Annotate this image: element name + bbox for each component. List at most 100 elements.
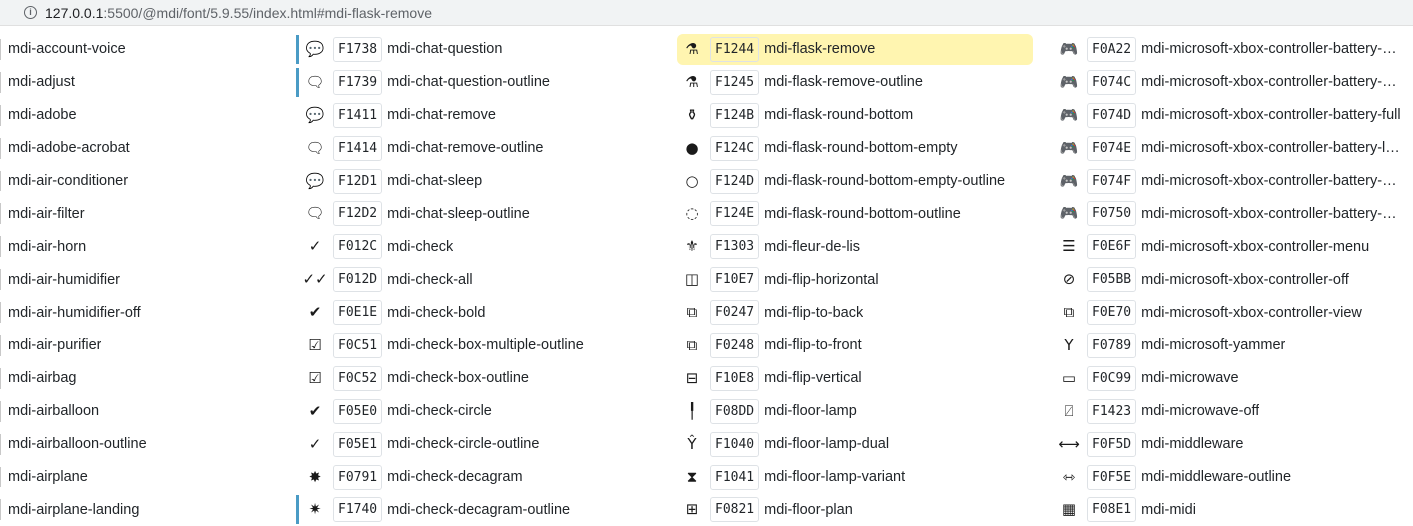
address-bar[interactable]: i 127.0.0.1:5500/@mdi/font/5.9.55/index.… [0,0,1413,26]
icon-list-item[interactable]: ◌ F124E mdi-flask-round-bottom-outline [673,197,1050,230]
codepoint-badge[interactable]: F124E [710,201,760,227]
icon-list-item[interactable]: mdi-account-voice [0,33,296,66]
icon-list-item[interactable]: 💬 F1411 mdi-chat-remove [296,99,673,132]
icon-list-item[interactable]: ☑ F0C51 mdi-check-box-multiple-outline [296,329,673,362]
codepoint-badge[interactable]: F0789 [1087,332,1137,358]
codepoint-badge[interactable]: F074C [1087,69,1137,95]
codepoint-badge[interactable]: F1738 [333,36,383,62]
icon-list-item[interactable]: ✸ F0791 mdi-check-decagram [296,461,673,494]
icon-list-item[interactable]: ⊘ F05BB mdi-microsoft-xbox-controller-off [1050,263,1413,296]
icon-list-item[interactable]: ⚱ F124B mdi-flask-round-bottom [673,99,1050,132]
codepoint-badge[interactable]: F0E6F [1087,234,1137,260]
icon-list-item[interactable]: ✷ F1740 mdi-check-decagram-outline [296,493,673,526]
icon-list-item[interactable]: ▭ F0C99 mdi-microwave [1050,362,1413,395]
icon-list-item[interactable]: ⧉ F0248 mdi-flip-to-front [673,329,1050,362]
codepoint-badge[interactable]: F0C52 [333,365,383,391]
icon-list-item[interactable]: ╿ F08DD mdi-floor-lamp [673,395,1050,428]
codepoint-badge[interactable]: F0750 [1087,201,1137,227]
icon-list-item[interactable]: ✔ F05E0 mdi-check-circle [296,395,673,428]
icon-list-item[interactable]: mdi-airballoon [0,395,296,428]
icon-list-item[interactable]: mdi-airplane [0,461,296,494]
icon-list-item[interactable]: ⧉ F0247 mdi-flip-to-back [673,296,1050,329]
icon-list-item[interactable]: ✓ F05E1 mdi-check-circle-outline [296,428,673,461]
codepoint-badge[interactable]: F1740 [333,497,383,523]
codepoint-badge[interactable]: F1423 [1087,398,1137,424]
codepoint-badge[interactable]: F0E70 [1087,300,1137,326]
codepoint-badge[interactable]: F012C [333,234,383,260]
icon-list-item[interactable]: 🎮 F074F mdi-microsoft-xbox-controller-batt… [1050,165,1413,198]
icon-list-item[interactable]: 🎮 F074E mdi-microsoft-xbox-controller-batt… [1050,132,1413,165]
codepoint-badge[interactable]: F0A22 [1087,36,1137,62]
codepoint-badge[interactable]: F08DD [710,398,760,424]
icon-list-item[interactable]: 🎮 F0A22 mdi-microsoft-xbox-controller-batt… [1050,33,1413,66]
icon-list-item[interactable]: ⚗ F1244 mdi-flask-remove [673,33,1050,66]
codepoint-badge[interactable]: F0821 [710,497,760,523]
codepoint-badge[interactable]: F05E1 [333,431,383,457]
icon-list-item[interactable]: ⧉ F0E70 mdi-microsoft-xbox-controller-view [1050,296,1413,329]
codepoint-badge[interactable]: F1411 [333,102,383,128]
icon-list-item[interactable]: mdi-adjust [0,66,296,99]
codepoint-badge[interactable]: F12D2 [333,201,383,227]
codepoint-badge[interactable]: F1244 [710,36,760,62]
icon-list-item[interactable]: ○ F124D mdi-flask-round-bottom-empty-outli… [673,165,1050,198]
codepoint-badge[interactable]: F08E1 [1087,497,1137,523]
codepoint-badge[interactable]: F124C [710,135,760,161]
icon-list-item[interactable]: 🎮 F074C mdi-microsoft-xbox-controller-batt… [1050,66,1413,99]
codepoint-badge[interactable]: F074D [1087,102,1137,128]
codepoint-badge[interactable]: F10E7 [710,267,760,293]
icon-list-item[interactable]: 💬 F12D1 mdi-chat-sleep [296,165,673,198]
icon-list-item[interactable]: mdi-air-humidifier [0,263,296,296]
icon-list-item[interactable]: 🎮 F0750 mdi-microsoft-xbox-controller-batt… [1050,197,1413,230]
icon-list-item[interactable]: ⊞ F0821 mdi-floor-plan [673,493,1050,526]
codepoint-badge[interactable]: F0F5E [1087,464,1137,490]
icon-list-item[interactable]: mdi-air-conditioner [0,165,296,198]
icon-list-item[interactable]: mdi-air-filter [0,197,296,230]
icon-list-item[interactable]: ⚗ F1245 mdi-flask-remove-outline [673,66,1050,99]
codepoint-badge[interactable]: F0C99 [1087,365,1137,391]
codepoint-badge[interactable]: F0248 [710,332,760,358]
icon-list-item[interactable]: Y F0789 mdi-microsoft-yammer [1050,329,1413,362]
codepoint-badge[interactable]: F074E [1087,135,1137,161]
icon-list-item[interactable]: mdi-airplane-landing [0,493,296,526]
codepoint-badge[interactable]: F0791 [333,464,383,490]
icon-list-item[interactable]: ✔ F0E1E mdi-check-bold [296,296,673,329]
icon-list-item[interactable]: mdi-airballoon-outline [0,428,296,461]
codepoint-badge[interactable]: F012D [333,267,383,293]
icon-list-item[interactable]: mdi-airbag [0,362,296,395]
codepoint-badge[interactable]: F05BB [1087,267,1137,293]
codepoint-badge[interactable]: F124B [710,102,760,128]
codepoint-badge[interactable]: F074F [1087,168,1137,194]
icon-list-item[interactable]: ● F124C mdi-flask-round-bottom-empty [673,132,1050,165]
codepoint-badge[interactable]: F10E8 [710,365,760,391]
icon-list-item[interactable]: ⚜ F1303 mdi-fleur-de-lis [673,230,1050,263]
icon-list-item[interactable]: ☑ F0C52 mdi-check-box-outline [296,362,673,395]
icon-list-item[interactable]: ⟷ F0F5D mdi-middleware [1050,428,1413,461]
icon-list-item[interactable]: mdi-adobe [0,99,296,132]
icon-list-item[interactable]: 🎮 F074D mdi-microsoft-xbox-controller-batt… [1050,99,1413,132]
icon-list-item[interactable]: 🗨 F1414 mdi-chat-remove-outline [296,132,673,165]
codepoint-badge[interactable]: F0C51 [333,332,383,358]
icon-list-item[interactable]: ✓✓ F012D mdi-check-all [296,263,673,296]
codepoint-badge[interactable]: F0247 [710,300,760,326]
codepoint-badge[interactable]: F124D [710,168,760,194]
icon-list-item[interactable]: ☰ F0E6F mdi-microsoft-xbox-controller-menu [1050,230,1413,263]
icon-list-item[interactable]: ⧗ F1041 mdi-floor-lamp-variant [673,461,1050,494]
codepoint-badge[interactable]: F0E1E [333,300,383,326]
icon-list-item[interactable]: 💬 F1738 mdi-chat-question [296,33,673,66]
info-icon[interactable]: i [24,6,37,19]
codepoint-badge[interactable]: F1245 [710,69,760,95]
codepoint-badge[interactable]: F1739 [333,69,383,95]
codepoint-badge[interactable]: F1041 [710,464,760,490]
icon-list-item[interactable]: mdi-adobe-acrobat [0,132,296,165]
icon-list-item[interactable]: ⇿ F0F5E mdi-middleware-outline [1050,461,1413,494]
icon-list-item[interactable]: mdi-air-purifier [0,329,296,362]
codepoint-badge[interactable]: F1303 [710,234,760,260]
icon-list-item[interactable]: Ŷ F1040 mdi-floor-lamp-dual [673,428,1050,461]
icon-list-item[interactable]: ⍁ F1423 mdi-microwave-off [1050,395,1413,428]
icon-list-item[interactable]: ◫ F10E7 mdi-flip-horizontal [673,263,1050,296]
codepoint-badge[interactable]: F1414 [333,135,383,161]
icon-list-item[interactable]: 🗨 F12D2 mdi-chat-sleep-outline [296,197,673,230]
icon-list-item[interactable]: ▦ F08E1 mdi-midi [1050,493,1413,526]
codepoint-badge[interactable]: F1040 [710,431,760,457]
icon-list-item[interactable]: mdi-air-humidifier-off [0,296,296,329]
